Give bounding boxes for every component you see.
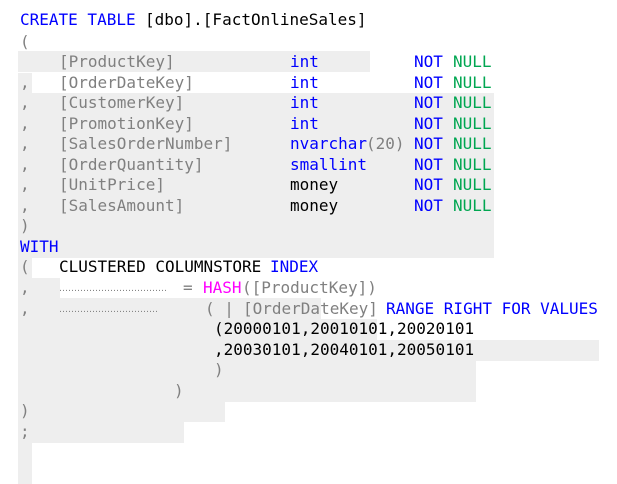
partition-close-line: ) [0, 380, 184, 443]
column-type: smallint [290, 155, 368, 174]
with-line: WITH [0, 236, 60, 299]
values-close-line: ) [0, 359, 225, 422]
values-line-2: ,20030101,20040101,20050101 [0, 339, 476, 402]
sql-code-viewer: { "header": { "create": "CREATE TABLE", … [0, 0, 617, 484]
column-row: , [OrderDateKey] int NOT NULL [0, 72, 494, 135]
semicolon-line: ; [0, 421, 32, 484]
not-keyword: NOT [414, 155, 443, 174]
null-keyword: NULL [453, 73, 492, 92]
values-line-1: (20000101,20010101,20020101 [0, 318, 476, 381]
final-close-line: ) [0, 400, 32, 463]
column-type: int [290, 52, 319, 71]
column-name: [UnitPrice] [59, 175, 165, 194]
null-keyword: NULL [453, 175, 492, 194]
not-keyword: NOT [414, 175, 443, 194]
create-table-line: CREATE TABLE [dbo].[FactOnlineSales] [0, 9, 370, 72]
partition-line: , …………………………… ( | [OrderDateKey] RANGE R… [0, 298, 599, 361]
column-name: [CustomerKey] [59, 93, 185, 112]
column-type: int [290, 114, 319, 133]
column-type: int [290, 73, 319, 92]
statement-terminator: ; [20, 422, 30, 441]
column-type-arg: (20) [366, 134, 405, 153]
distribution-comma: , [20, 278, 30, 297]
partition-placeholder-dots: …………………………… [59, 305, 158, 315]
create-table-keyword: CREATE TABLE [20, 10, 136, 29]
close-paren-line: ) [0, 215, 32, 278]
open-paren: ( [20, 32, 30, 51]
range-right-for-values-keyword: RANGE RIGHT FOR VALUES [386, 299, 598, 318]
column-type: money [290, 175, 339, 194]
column-row: , [OrderQuantity] smallint NOT NULL [0, 154, 494, 217]
null-keyword: NULL [453, 155, 492, 174]
hash-keyword: HASH [203, 278, 242, 297]
column-name: [ProductKey] [59, 52, 175, 71]
boundary-values-1: (20000101,20010101,20020101 [214, 319, 475, 338]
partition-open-paren: ( | [205, 299, 234, 318]
column-type: money [290, 196, 339, 215]
null-keyword: NULL [453, 134, 492, 153]
distribution-line: , ……………………………… = HASH ([ProductKey]) [0, 277, 377, 340]
distribution-placeholder-dots: ……………………………… [59, 284, 167, 294]
not-keyword: NOT [414, 196, 443, 215]
column-row: , [SalesOrderNumber] nvarchar (20) NOT N… [0, 133, 494, 196]
with-keyword: WITH [20, 237, 59, 256]
column-name: [OrderDateKey] [59, 73, 194, 92]
column-row: , [CustomerKey] int NOT NULL [0, 92, 494, 155]
final-close-paren: ) [20, 401, 30, 420]
equals-sign: = [183, 278, 193, 297]
not-keyword: NOT [414, 114, 443, 133]
null-keyword: NULL [453, 52, 492, 71]
not-keyword: NOT [414, 93, 443, 112]
partition-close-paren: ) [174, 381, 184, 400]
column-row: , [PromotionKey] int NOT NULL [0, 113, 494, 176]
clustered-columnstore-text: CLUSTERED COLUMNSTORE [59, 257, 262, 276]
values-close-paren: ) [214, 360, 224, 379]
column-row: , [UnitPrice] money NOT NULL [0, 174, 494, 237]
column-type: nvarchar [290, 134, 368, 153]
table-name: [dbo].[FactOnlineSales] [145, 10, 367, 29]
column-name: [SalesAmount] [59, 196, 185, 215]
partition-comma: , [20, 299, 30, 318]
index-open-paren: ( [20, 257, 30, 276]
not-keyword: NOT [414, 134, 443, 153]
not-keyword: NOT [414, 73, 443, 92]
column-type: int [290, 93, 319, 112]
close-paren: ) [20, 216, 30, 235]
index-line: ( CLUSTERED COLUMNSTORE INDEX [0, 256, 321, 319]
null-keyword: NULL [453, 196, 492, 215]
hash-argument: ([ProductKey]) [242, 278, 377, 297]
index-keyword: INDEX [270, 257, 319, 276]
column-row: [ProductKey] int NOT NULL [0, 51, 494, 114]
column-row: , [SalesAmount] money NOT NULL [0, 195, 494, 258]
column-name: [PromotionKey] [59, 114, 194, 133]
open-paren-line: ( [0, 31, 32, 94]
boundary-values-2: ,20030101,20040101,20050101 [214, 340, 475, 359]
null-keyword: NULL [453, 93, 492, 112]
null-keyword: NULL [453, 114, 492, 133]
not-keyword: NOT [414, 52, 443, 71]
column-name: [SalesOrderNumber] [59, 134, 233, 153]
column-name: [OrderQuantity] [59, 155, 204, 174]
partition-column: [OrderDateKey] [243, 299, 378, 318]
